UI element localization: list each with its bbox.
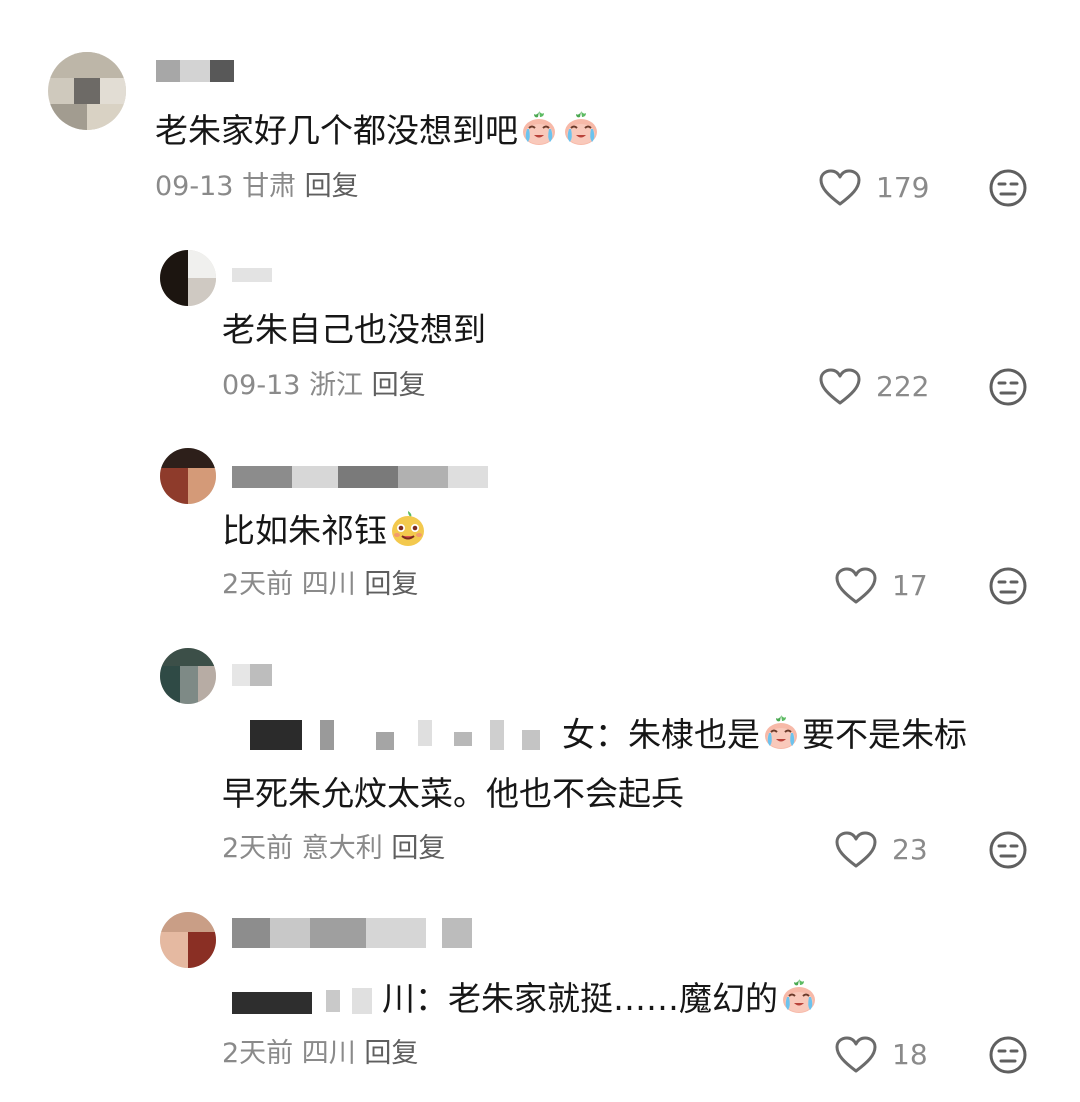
- reply-button[interactable]: 回复: [364, 569, 418, 600]
- comment-location: 意大利: [301, 833, 383, 864]
- reply-button[interactable]: 回复: [305, 171, 359, 202]
- like-heart-icon[interactable]: [818, 168, 862, 208]
- like-heart-icon[interactable]: [834, 830, 878, 870]
- comment-text-line2: 早死朱允炆太菜。他也不会起兵: [222, 774, 684, 813]
- like-heart-icon[interactable]: [834, 1035, 878, 1075]
- avatar[interactable]: [160, 648, 216, 704]
- crying-emoji: [761, 712, 801, 752]
- like-count: 179: [876, 171, 930, 204]
- dislike-face-icon[interactable]: [988, 830, 1028, 870]
- smirk-emoji: [388, 508, 428, 548]
- like-heart-icon[interactable]: [834, 566, 878, 606]
- comment-text: 老朱自己也没想到: [222, 310, 486, 349]
- reply-button[interactable]: 回复: [372, 370, 426, 401]
- username[interactable]: [156, 60, 234, 82]
- username[interactable]: [232, 918, 488, 948]
- like-count: 23: [892, 833, 928, 866]
- comment-meta: 2天前 四川 回复: [222, 567, 418, 603]
- avatar[interactable]: [48, 52, 126, 130]
- reply-button[interactable]: 回复: [391, 833, 445, 864]
- crying-emoji: [779, 976, 819, 1016]
- comment-text: 川：老朱家就挺……魔幻的: [222, 976, 820, 1021]
- dislike-face-icon[interactable]: [988, 1035, 1028, 1075]
- comment-location: 浙江: [309, 370, 364, 401]
- reply-button[interactable]: 回复: [364, 1038, 418, 1069]
- dislike-face-icon[interactable]: [988, 367, 1028, 407]
- comment-text: 女：朱棣也是 要不是朱标: [222, 712, 967, 757]
- avatar[interactable]: [160, 912, 216, 968]
- username[interactable]: [232, 664, 272, 686]
- like-count: 18: [892, 1038, 928, 1071]
- comment-text: 比如朱祁钰: [222, 508, 429, 553]
- comment-date: 2天前: [222, 833, 294, 864]
- crying-emoji: [519, 108, 559, 148]
- comment-location: 甘肃: [242, 171, 297, 202]
- comment-date: 09-13: [155, 171, 234, 202]
- username[interactable]: [232, 466, 488, 488]
- comment-meta: 09-13 浙江 回复: [222, 368, 426, 404]
- comment-meta: 09-13 甘肃 回复: [155, 169, 359, 205]
- like-heart-icon[interactable]: [818, 367, 862, 407]
- like-count: 17: [892, 569, 928, 602]
- comment-date: 2天前: [222, 569, 294, 600]
- like-count: 222: [876, 370, 930, 403]
- comment-meta: 2天前 意大利 回复: [222, 831, 445, 867]
- username[interactable]: [232, 268, 272, 282]
- dislike-face-icon[interactable]: [988, 566, 1028, 606]
- dislike-face-icon[interactable]: [988, 168, 1028, 208]
- comment-location: 四川: [301, 1038, 356, 1069]
- crying-emoji: [561, 108, 601, 148]
- comment-text: 老朱家好几个都没想到吧: [155, 108, 602, 153]
- comment-date: 2天前: [222, 1038, 294, 1069]
- mentioned-user-blurred[interactable]: [222, 984, 382, 1014]
- comment-meta: 2天前 四川 回复: [222, 1036, 418, 1072]
- comment-location: 四川: [301, 569, 356, 600]
- avatar[interactable]: [160, 250, 216, 306]
- mentioned-user-blurred[interactable]: [222, 720, 562, 750]
- comment-date: 09-13: [222, 370, 301, 401]
- avatar[interactable]: [160, 448, 216, 504]
